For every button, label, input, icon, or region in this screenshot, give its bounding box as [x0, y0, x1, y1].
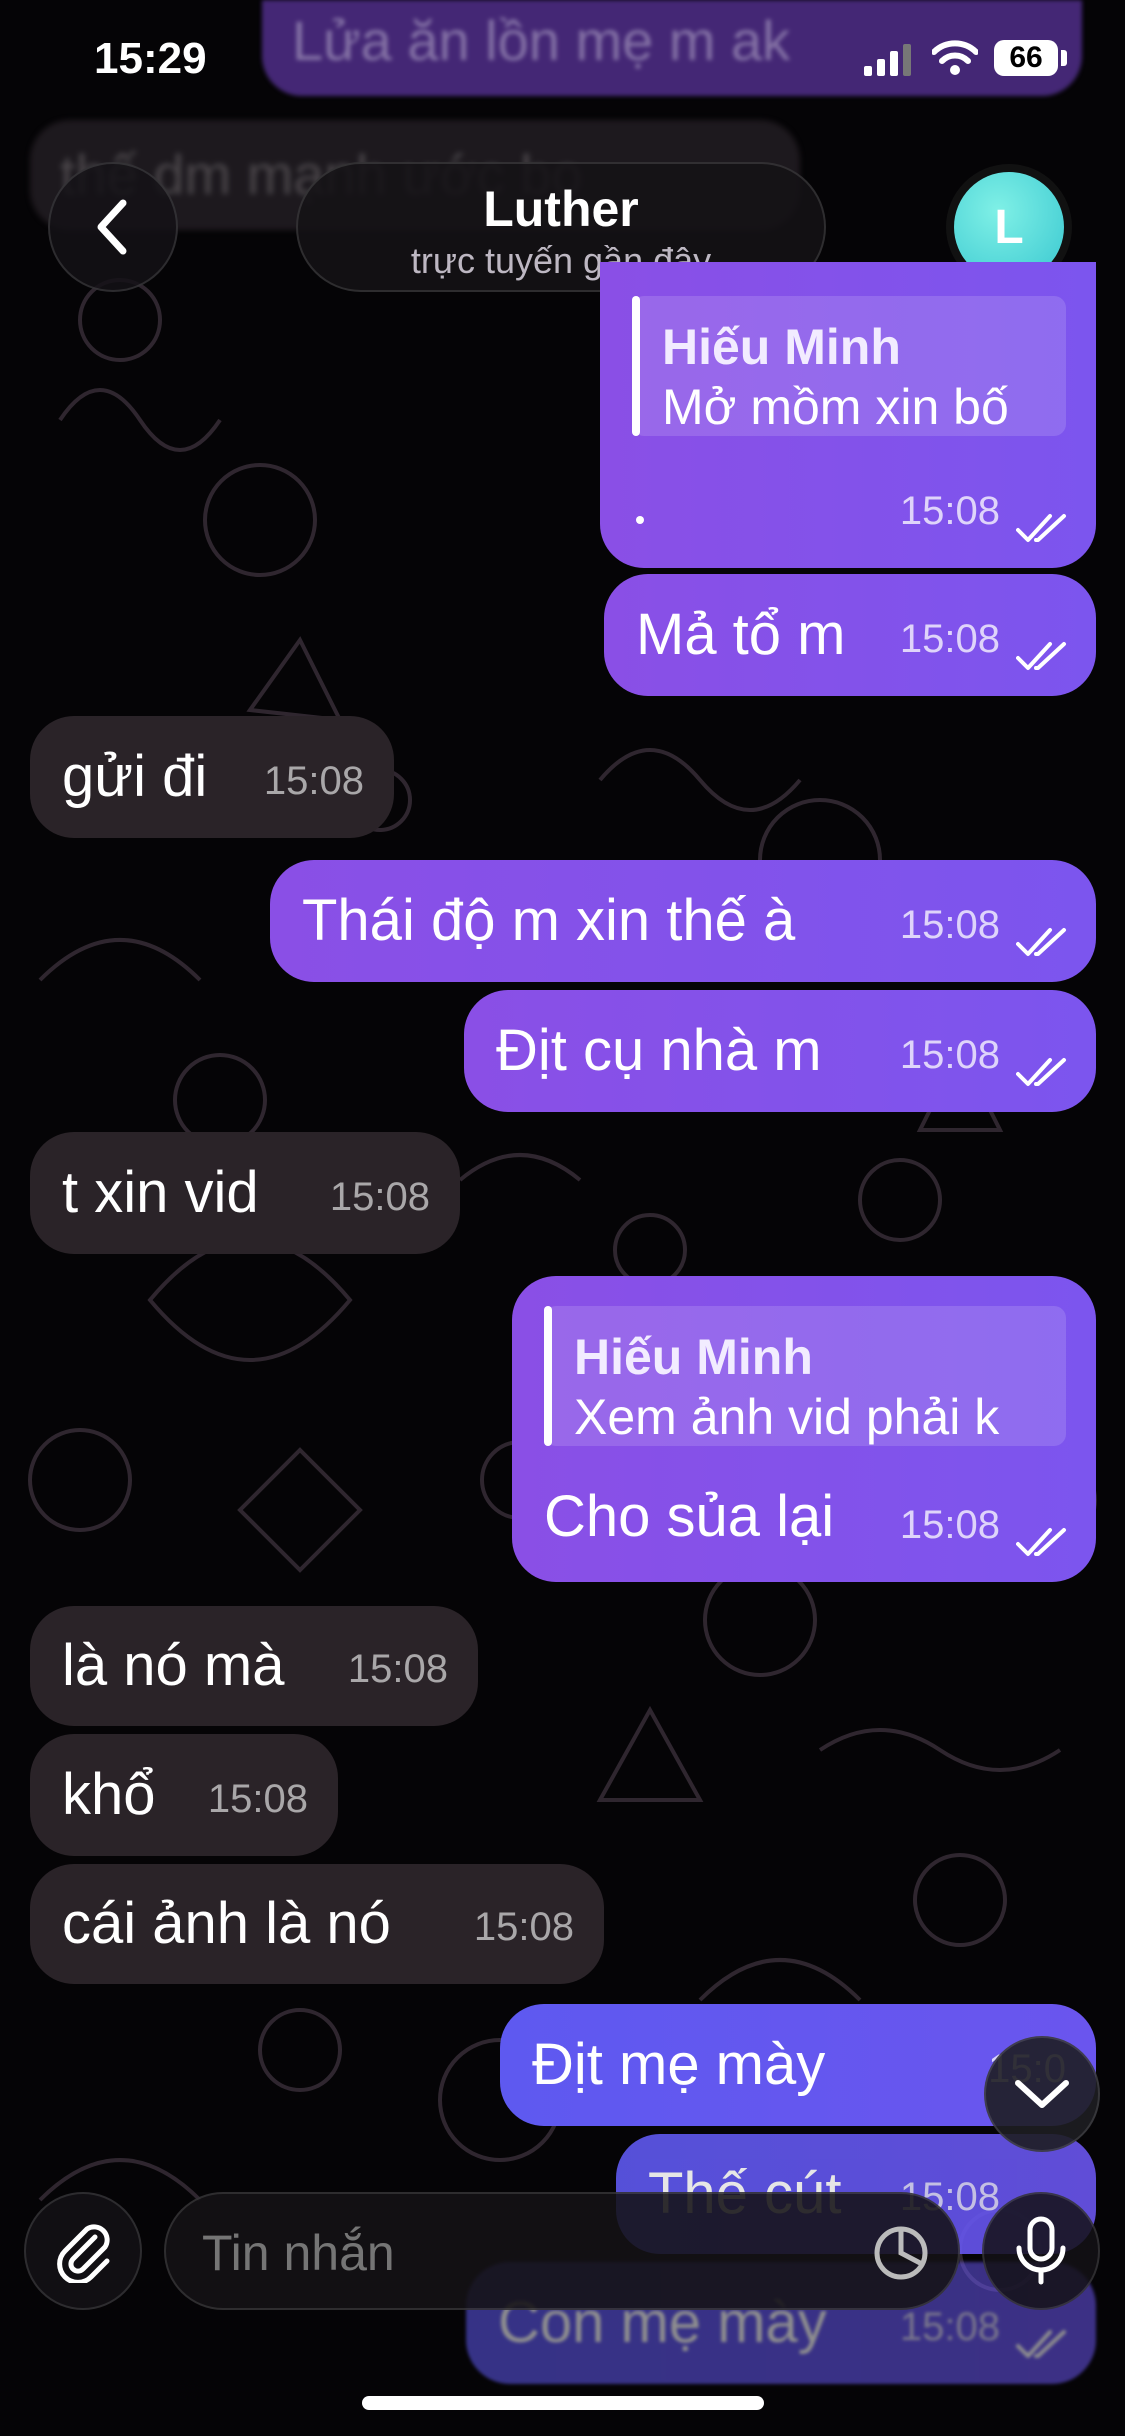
read-ticks-icon — [1016, 1058, 1066, 1086]
message-time: 15:08 — [347, 1647, 448, 1691]
contact-name: Luther — [483, 181, 639, 237]
message-text: gửi đi — [62, 744, 208, 809]
message-bubble-incoming[interactable]: khổ 15:08 — [30, 1734, 338, 1856]
message-time: 15:08 — [329, 1175, 430, 1219]
read-ticks-icon — [1016, 642, 1066, 670]
message-text: Cho sủa lại — [544, 1484, 835, 1549]
media-dot — [636, 516, 644, 524]
battery-icon: 66 — [994, 40, 1058, 76]
message-time: 15:08 — [263, 759, 364, 803]
message-text: là nó mà — [62, 1633, 285, 1698]
wifi-icon — [932, 40, 978, 75]
message-bubble-outgoing[interactable]: Hiếu Minh Xem ảnh vid phải k Cho sủa lại… — [512, 1276, 1096, 1582]
reply-text: Xem ảnh vid phải k — [574, 1389, 1000, 1445]
back-chevron-icon — [97, 199, 127, 255]
message-bubble-outgoing[interactable]: Địt cụ nhà m 15:08 — [464, 990, 1096, 1112]
message-bubble-incoming[interactable]: gửi đi 15:08 — [30, 716, 394, 838]
signal-icon — [864, 44, 911, 76]
message-time: 15:08 — [899, 1503, 1000, 1547]
message-input-pill[interactable] — [164, 2192, 960, 2310]
read-ticks-icon — [1016, 514, 1066, 542]
reply-quote[interactable]: Hiếu Minh Mở mồm xin bố — [632, 296, 1066, 436]
read-ticks-icon — [1016, 2330, 1066, 2358]
attach-button[interactable] — [24, 2192, 142, 2310]
status-time: 15:29 — [94, 34, 207, 83]
message-text: Thái độ m xin thế à — [302, 888, 796, 953]
reply-quote[interactable]: Hiếu Minh Xem ảnh vid phải k — [544, 1306, 1066, 1446]
message-bubble-incoming[interactable]: cái ảnh là nó 15:08 — [30, 1864, 604, 1984]
message-time: 15:08 — [899, 617, 1000, 661]
message-input[interactable] — [200, 2214, 844, 2292]
attach-icon — [57, 2224, 110, 2283]
message-text: Địt cụ nhà m — [496, 1018, 822, 1083]
message-time: 15:08 — [207, 1777, 308, 1821]
message-text: Mả tổ m — [636, 602, 846, 667]
message-time: 15:08 — [899, 903, 1000, 947]
sticker-icon[interactable] — [872, 2224, 930, 2282]
message-time: 15:08 — [899, 1033, 1000, 1077]
message-bubble-outgoing[interactable]: Hiếu Minh Mở mồm xin bố 15:08 — [600, 262, 1096, 568]
read-ticks-icon — [1016, 1528, 1066, 1556]
scroll-down-icon — [1015, 2080, 1069, 2108]
message-bubble-incoming[interactable]: là nó mà 15:08 — [30, 1606, 478, 1726]
back-button[interactable] — [48, 162, 178, 292]
message-text: cái ảnh là nó — [62, 1891, 391, 1956]
message-text: t xin vid — [62, 1160, 259, 1225]
read-ticks-icon — [1016, 928, 1066, 956]
message-time: 15:08 — [473, 1905, 574, 1949]
message-bubble-incoming[interactable]: t xin vid 15:08 — [30, 1132, 460, 1254]
reply-text: Mở mồm xin bố — [662, 379, 1009, 435]
message-text: khổ — [62, 1762, 156, 1827]
message-time: 15:08 — [899, 489, 1000, 533]
avatar-letter: L — [994, 200, 1024, 254]
message-bubble-outgoing[interactable]: Thái độ m xin thế à 15:08 — [270, 860, 1096, 982]
battery-level: 66 — [1009, 41, 1043, 74]
status-bar: 15:29 66 — [0, 0, 1125, 120]
message-bubble-outgoing[interactable]: Mả tổ m 15:08 — [604, 574, 1096, 696]
scroll-down-button[interactable] — [984, 2036, 1100, 2152]
message-text: Địt mẹ mày — [532, 2032, 826, 2097]
microphone-button[interactable] — [982, 2192, 1100, 2310]
home-indicator — [362, 2396, 764, 2410]
microphone-icon — [1016, 2216, 1066, 2285]
